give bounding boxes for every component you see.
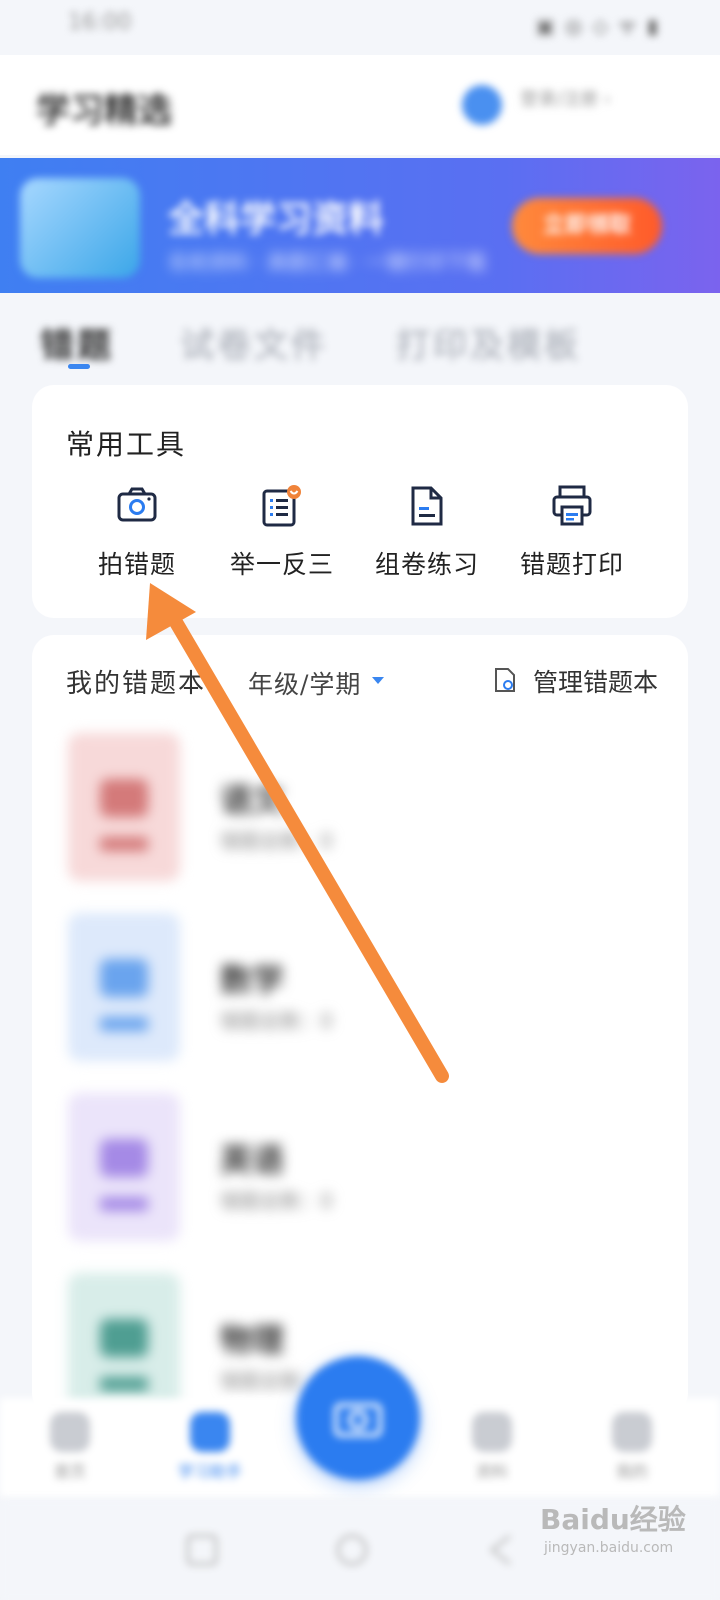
materials-icon (472, 1412, 512, 1452)
list-item[interactable]: 数学 错题总数：0 (68, 913, 668, 1063)
nav-profile[interactable]: 我的 (592, 1412, 672, 1482)
camera-fab-button[interactable] (296, 1356, 420, 1480)
avatar[interactable] (462, 85, 502, 125)
manage-book-icon[interactable] (494, 667, 516, 693)
banner-subtitle: 名校资料 · 真题汇编 · 一键打印下载 (168, 250, 487, 274)
nav-home[interactable]: 首页 (30, 1412, 110, 1482)
status-bar: 16:00 ▣ ◎ ◇ ᯤ ▮ (0, 0, 720, 50)
subject-name: 英语 (220, 1141, 285, 1179)
banner-title: 全科学习资料 (168, 199, 385, 240)
subject-band (100, 1017, 148, 1031)
tab-print-templates[interactable]: 打印及模板 (396, 318, 581, 367)
subject-band (100, 1377, 148, 1391)
subject-mark (100, 959, 148, 997)
tool-compose-paper[interactable]: 组卷练习 (352, 485, 502, 595)
tab-indicator (68, 364, 90, 369)
home-button-icon[interactable] (332, 1530, 372, 1570)
page-title: 学习精选 (36, 91, 172, 131)
tool-similar-questions[interactable]: 举一反三 (207, 485, 357, 595)
subject-mark (100, 1319, 148, 1357)
banner-illustration (20, 178, 140, 278)
promo-banner[interactable]: 全科学习资料 名校资料 · 真题汇编 · 一键打印下载 立即领取 (0, 158, 720, 293)
subject-count: 错题总数：0 (220, 829, 333, 853)
mistake-book-heading: 我的错题本 (66, 669, 207, 699)
recent-apps-icon[interactable] (182, 1530, 222, 1570)
subject-band (100, 1197, 148, 1211)
subject-cover (68, 1093, 180, 1241)
camera-icon (334, 1403, 382, 1437)
nav-label: 资料 (475, 1462, 508, 1481)
printer-icon (552, 485, 592, 526)
list-item[interactable]: 英语 错题总数：0 (68, 1093, 668, 1243)
home-icon (50, 1412, 90, 1452)
nav-study-assistant[interactable]: 学习助手 (170, 1412, 250, 1482)
common-tools-card: 常用工具 拍错题 举一反三 组卷练习 错题打印 (32, 385, 688, 618)
tool-label: 举一反三 (229, 550, 334, 579)
tool-label: 组卷练习 (374, 550, 479, 579)
status-time: 16:00 (68, 10, 132, 35)
tool-label: 拍错题 (97, 550, 176, 579)
watermark-url: jingyan.baidu.com (544, 1540, 674, 1556)
watermark-logo: Baidu经验 (540, 1503, 686, 1536)
nav-label: 学习助手 (177, 1462, 242, 1481)
tab-mistakes[interactable]: 错题 (40, 318, 114, 367)
subject-mark (100, 1139, 148, 1177)
subject-name: 物理 (220, 1321, 285, 1359)
subject-count: 错题总数：0 (220, 1009, 333, 1033)
subject-count: 错题总数：0 (220, 1189, 333, 1213)
mistake-book-card: 我的错题本 年级/学期 管理错题本 语文 错题总数：0 数学 错题总数：0 英语… (32, 635, 688, 1421)
nav-label: 首页 (53, 1462, 86, 1481)
caret-down-icon[interactable] (372, 677, 384, 684)
assistant-icon (190, 1412, 230, 1452)
tab-bar: 错题 试卷文件 打印及模板 (0, 300, 720, 380)
app-header: 学习精选 登录/注册 › (0, 55, 720, 155)
tools-title: 常用工具 (66, 428, 187, 461)
list-item[interactable]: 语文 错题总数：0 (68, 733, 668, 883)
back-icon[interactable] (482, 1530, 522, 1570)
tab-papers[interactable]: 试卷文件 (180, 318, 328, 367)
profile-icon (612, 1412, 652, 1452)
nav-materials[interactable]: 资料 (452, 1412, 532, 1482)
login-link[interactable]: 登录/注册 › (520, 85, 611, 111)
tool-label: 错题打印 (519, 550, 624, 579)
document-icon (411, 486, 443, 526)
grade-term-filter[interactable]: 年级/学期 (248, 665, 361, 701)
list-doc-icon (262, 485, 301, 527)
subject-name: 语文 (220, 781, 285, 819)
tool-photo-mistake[interactable]: 拍错题 (62, 485, 212, 595)
subject-cover (68, 733, 180, 881)
nav-label: 我的 (615, 1462, 648, 1481)
subject-mark (100, 779, 148, 817)
baidu-watermark: Baidu经验 jingyan.baidu.com (540, 1498, 690, 1588)
tool-print-mistakes[interactable]: 错题打印 (497, 485, 647, 595)
camera-icon (117, 487, 157, 522)
status-icons: ▣ ◎ ◇ ᯤ ▮ (535, 14, 660, 38)
subject-name: 数学 (220, 961, 285, 999)
banner-cta-button[interactable]: 立即领取 (512, 198, 662, 254)
subject-cover (68, 913, 180, 1061)
manage-mistake-book-link[interactable]: 管理错题本 (533, 663, 658, 699)
subject-band (100, 837, 148, 851)
